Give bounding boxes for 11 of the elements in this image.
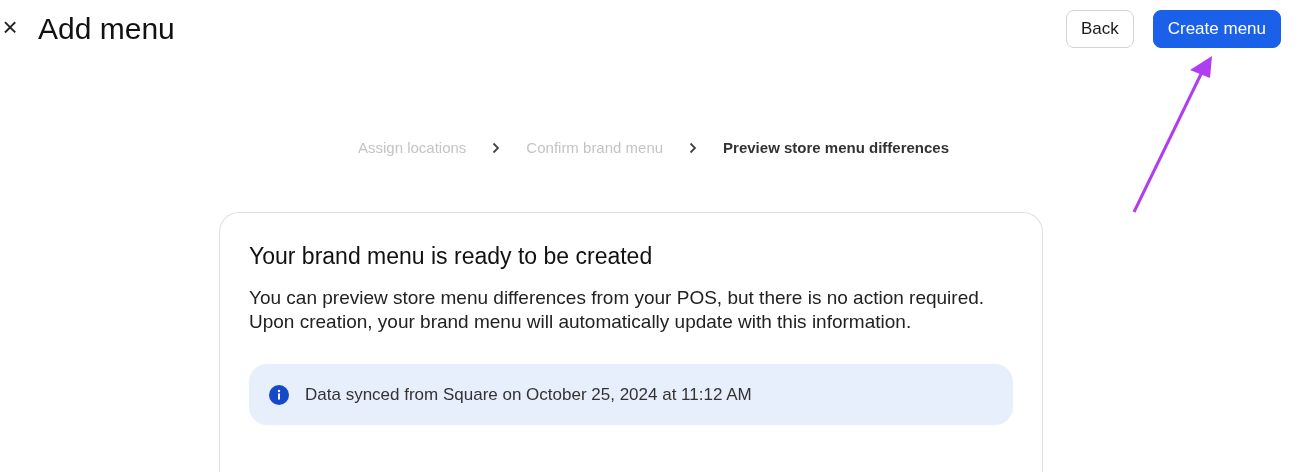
- back-button[interactable]: Back: [1065, 9, 1134, 48]
- breadcrumb-step[interactable]: Preview store menu differences: [723, 139, 950, 156]
- chevron-right-icon: [689, 141, 698, 154]
- info-icon: [269, 384, 289, 405]
- card-title: Your brand menu is ready to be created: [249, 243, 654, 270]
- card-description: You can preview store menu differences from your POS, but there is no action required. Upon creation, your brand menu will automatically update with this information.: [249, 286, 986, 334]
- create-button[interactable]: Create menu: [1152, 9, 1281, 48]
- notice-text: Data synced from Square on October 25, 2024 at 11:12 AM: [305, 384, 752, 405]
- page-title: Add menu: [38, 11, 176, 46]
- close-button[interactable]: ×: [0, 13, 20, 44]
- chevron-right-icon: [492, 141, 501, 154]
